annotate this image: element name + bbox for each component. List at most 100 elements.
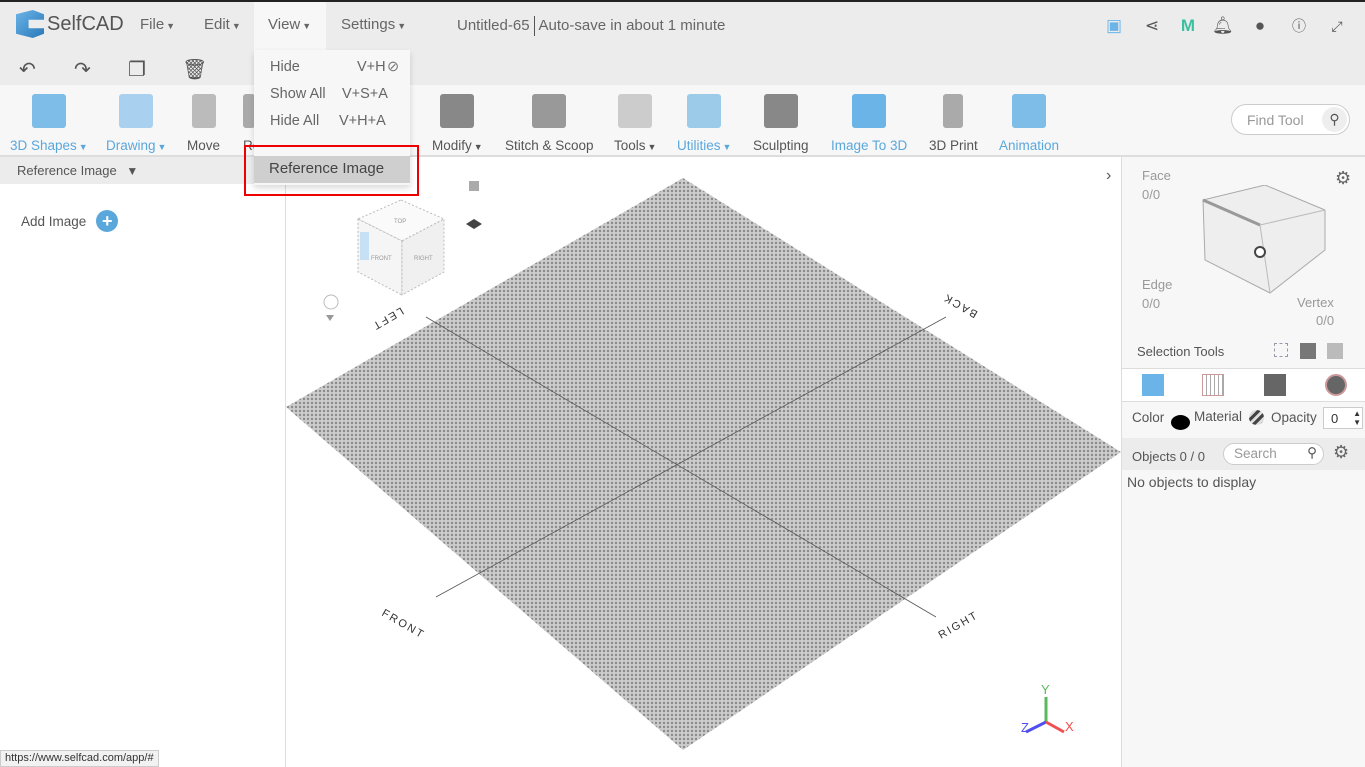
collapse-panel-icon[interactable]: › [1106, 167, 1111, 184]
vertex-marker [1254, 246, 1266, 258]
edge-mode-icon[interactable] [1264, 374, 1286, 396]
image-icon [852, 94, 887, 128]
search-icon: ⚲ [1307, 445, 1317, 460]
box-select-icon[interactable] [1274, 343, 1288, 357]
tool-3d-shapes[interactable]: 3D Shapes ▼ [10, 90, 88, 153]
document-title: Untitled-65 Auto-save in about 1 minute [457, 16, 725, 36]
tool-modify[interactable]: Modify ▼ [432, 90, 483, 153]
tools-icon [618, 94, 653, 128]
user-icon[interactable]: ● [1250, 16, 1270, 36]
redo-icon[interactable]: ↷ [74, 57, 91, 82]
menu-item-hide-all[interactable]: Hide All V+H+A [270, 113, 400, 129]
tool-utilities[interactable]: Utilities ▼ [677, 90, 731, 153]
tool-image-to-3d[interactable]: Image To 3D [831, 90, 907, 153]
tool-drawing[interactable]: Drawing ▼ [106, 90, 166, 153]
material-label: Material [1194, 409, 1243, 424]
menu-settings[interactable]: Settings ▼ [327, 2, 420, 50]
save-icon[interactable]: ▣ [1104, 16, 1124, 36]
edge-count: 0/0 [1142, 296, 1161, 311]
view-cube[interactable]: TOP FRONT RIGHT [356, 199, 446, 296]
face-count: 0/0 [1142, 187, 1161, 202]
label-left: LEFT [369, 304, 405, 332]
utilities-icon [687, 94, 722, 128]
delete-icon[interactable]: 🗑︎ [182, 57, 207, 82]
project-name[interactable]: Untitled-65 [457, 17, 530, 34]
status-url: https://www.selfcad.com/app/# [0, 750, 159, 767]
copy-icon[interactable]: ❐ [128, 57, 146, 82]
opacity-label: Opacity [1271, 410, 1317, 425]
object-mode-icon[interactable] [1142, 374, 1164, 396]
modify-icon [440, 94, 475, 128]
no-objects-message: No objects to display [1127, 474, 1257, 490]
select-through-icon[interactable] [1300, 343, 1316, 359]
svg-text:TOP: TOP [394, 219, 406, 225]
ortho-view-icon[interactable] [469, 181, 479, 191]
tool-stitch-scoop[interactable]: Stitch & Scoop [505, 90, 594, 153]
find-tool-input[interactable]: Find Tool ⚲ [1231, 104, 1350, 135]
stitch-scoop-icon [532, 94, 567, 128]
info-icon[interactable]: ⓘ [1289, 16, 1309, 36]
opacity-stepper[interactable]: 0 ▲ ▼ [1323, 407, 1363, 429]
menu-edit[interactable]: Edit ▼ [190, 2, 255, 50]
menu-view[interactable]: View ▼ [254, 2, 326, 50]
plus-icon: + [96, 210, 119, 232]
selection-tools-label: Selection Tools [1137, 344, 1225, 359]
autosave-status: Auto-save in about 1 minute [538, 16, 726, 34]
selfcad-logo[interactable]: SelfCAD [16, 10, 124, 38]
bell-icon[interactable]: 🔔︎ [1212, 16, 1234, 36]
perspective-view-icon[interactable] [466, 219, 482, 229]
edge-label: Edge [1142, 277, 1173, 292]
caret-down-icon [326, 315, 334, 321]
svg-text:X: X [1065, 719, 1074, 734]
svg-text:Z: Z [1021, 720, 1029, 735]
animation-icon [1012, 94, 1047, 128]
stepper-arrows-icon: ▲ ▼ [1353, 409, 1361, 427]
m-logo-icon[interactable]: M [1178, 16, 1198, 36]
menu-item-hide[interactable]: Hide V+H ⊘ [270, 59, 400, 75]
label-right: RIGHT [937, 609, 981, 642]
material-icon[interactable] [1249, 410, 1264, 425]
printer-icon [943, 94, 964, 128]
objects-gear-icon[interactable]: ⚙ [1333, 442, 1349, 463]
svg-text:RIGHT: RIGHT [414, 256, 433, 262]
menu-file[interactable]: File ▼ [126, 2, 189, 50]
drawing-icon [119, 94, 154, 128]
move-icon [191, 94, 216, 128]
gear-icon[interactable]: ⚙ [1335, 168, 1351, 189]
svg-text:Y: Y [1041, 682, 1050, 697]
tool-3d-print[interactable]: 3D Print [929, 90, 978, 153]
face-label: Face [1142, 168, 1171, 183]
eye-slash-icon: ⊘ [387, 59, 400, 75]
sculpting-icon [763, 94, 798, 128]
objects-count: Objects 0 / 0 [1132, 449, 1205, 464]
caret-down-icon: ▼ [126, 164, 139, 178]
logo-icon [16, 10, 44, 38]
left-panel [0, 157, 286, 767]
vertex-count: 0/0 [1316, 313, 1335, 328]
globe-icon[interactable] [323, 294, 339, 310]
viewport[interactable]: LEFT BACK FRONT RIGHT TOP FRONT RIGHT Y … [286, 157, 1121, 767]
face-mode-icon[interactable] [1202, 374, 1224, 396]
share-icon[interactable]: ⋖ [1142, 16, 1162, 36]
color-label: Color [1132, 410, 1165, 425]
menu-item-show-all[interactable]: Show All V+S+A [270, 86, 400, 102]
label-front: FRONT [380, 607, 427, 641]
highlight-box [244, 145, 419, 196]
tool-sculpting[interactable]: Sculpting [753, 90, 809, 153]
axis-gizmo: Y Z X [1021, 682, 1074, 735]
tool-tools[interactable]: Tools ▼ [614, 90, 656, 153]
select-visible-icon[interactable] [1327, 343, 1343, 359]
tool-animation[interactable]: Animation [999, 90, 1059, 153]
svg-text:FRONT: FRONT [371, 256, 392, 262]
reference-image-header[interactable]: Reference Image ▼ [0, 157, 285, 184]
selection-mode-diagram[interactable] [1195, 185, 1335, 300]
label-back: BACK [941, 290, 980, 319]
vertex-mode-icon[interactable] [1325, 374, 1347, 396]
search-icon[interactable]: ⚲ [1322, 107, 1347, 132]
add-image-button[interactable]: Add Image + [21, 210, 119, 232]
undo-icon[interactable]: ↶ [19, 57, 36, 82]
fullscreen-icon[interactable]: ⤢ [1327, 16, 1347, 36]
tool-move[interactable]: Move [187, 90, 220, 153]
objects-search-input[interactable]: Search ⚲ [1223, 443, 1324, 465]
color-swatch[interactable] [1171, 415, 1190, 430]
